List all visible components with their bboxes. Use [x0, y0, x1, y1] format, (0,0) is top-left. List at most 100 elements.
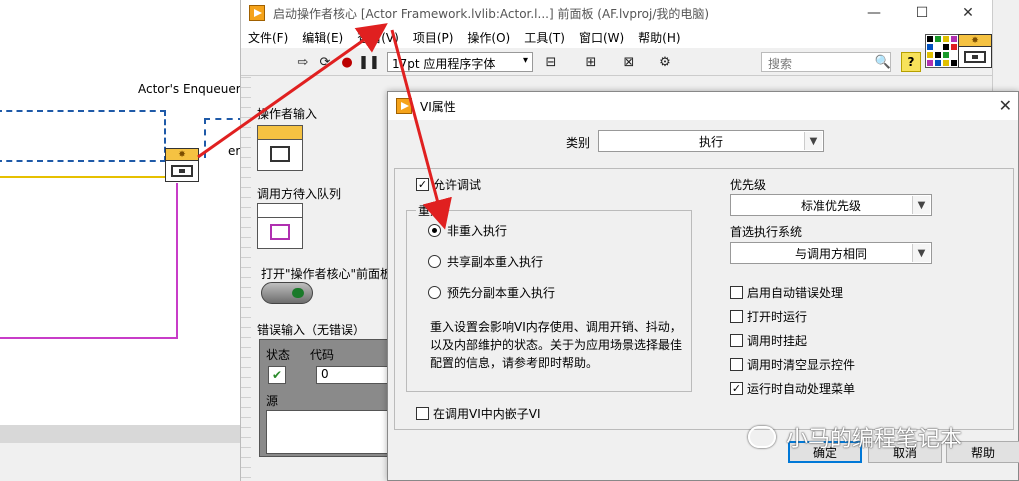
option-label: 启用自动错误处理: [747, 286, 844, 300]
description-line: 以及内部维护的状态。关于为应用场景选择最佳: [430, 338, 683, 352]
pink-wire: [176, 183, 178, 339]
actor-core-subvi-icon[interactable]: ✸: [165, 148, 199, 182]
minimize-icon[interactable]: —: [851, 2, 897, 24]
suspend-when-called-checkbox[interactable]: 调用时挂起: [730, 332, 807, 349]
category-value: 执行: [698, 134, 723, 149]
pause-icon[interactable]: ❚❚: [358, 52, 380, 72]
inline-subvi-checkbox[interactable]: 在调用VI中内嵌子VI: [416, 405, 541, 422]
source-label: 源: [266, 394, 279, 408]
priority-select[interactable]: 标准优先级 ▼: [730, 194, 932, 216]
chevron-down-icon: ▼: [912, 244, 930, 262]
source-field[interactable]: [266, 410, 392, 454]
reorder-icon[interactable]: ⚙: [655, 52, 675, 72]
description-line: 重入设置会影响VI内存使用、调用开销、抖动，: [430, 320, 682, 334]
menu-bar: 文件(F) 编辑(E) 查看(V) 项目(P) 操作(O) 工具(T) 窗口(W…: [241, 26, 993, 48]
caller-queue-control[interactable]: [257, 203, 303, 249]
search-icon[interactable]: 🔍: [873, 52, 893, 72]
priority-label: 优先级: [730, 178, 767, 192]
radio-non-reentrant[interactable]: 非重入执行: [428, 222, 507, 239]
clear-indicators-checkbox[interactable]: 调用时清空显示控件: [730, 356, 855, 373]
close-icon[interactable]: ✕: [945, 2, 991, 24]
maximize-icon[interactable]: ☐: [899, 2, 945, 24]
yellow-wire: [0, 176, 166, 178]
chevron-down-icon: ▼: [804, 132, 822, 150]
inline-subvi-label: 在调用VI中内嵌子VI: [433, 407, 541, 421]
reentrancy-label: 重入: [416, 202, 445, 219]
menu-project[interactable]: 项目(P): [406, 29, 461, 46]
distribute-objects-icon[interactable]: ⊞: [581, 52, 601, 72]
connector-pane-icon[interactable]: [925, 34, 959, 68]
watermark: 小马的编程笔记本: [748, 421, 962, 453]
exec-system-value: 与调用方相同: [794, 246, 867, 261]
blue-wire: [0, 110, 166, 162]
checkbox-unchecked-icon: [416, 407, 429, 420]
exec-system-label: 首选执行系统: [730, 225, 803, 239]
menu-edit[interactable]: 编辑(E): [295, 29, 350, 46]
labview-app-icon: [249, 5, 265, 21]
open-panel-label: 打开"操作者核心"前面板: [261, 267, 393, 281]
close-icon[interactable]: ✕: [999, 96, 1012, 115]
context-help-button[interactable]: ?: [901, 52, 921, 72]
menu-tools[interactable]: 工具(T): [517, 29, 572, 46]
checkbox-unchecked-icon: [730, 286, 743, 299]
search-input[interactable]: 搜索: [761, 52, 891, 72]
error-in-label: 错误输入（无错误）: [257, 323, 366, 337]
vi-icon[interactable]: ✸: [958, 34, 992, 68]
open-panel-boolean[interactable]: [261, 282, 313, 304]
auto-error-handling-checkbox[interactable]: 启用自动错误处理: [730, 284, 843, 301]
align-objects-icon[interactable]: ⊟: [541, 52, 561, 72]
option-label: 调用时挂起: [747, 334, 808, 348]
actor-input-label: 操作者输入: [257, 107, 318, 121]
option-label: 调用时清空显示控件: [747, 358, 856, 372]
caller-queue-label: 调用方待入队列: [257, 187, 342, 201]
error-in-cluster[interactable]: 状态 代码 ✔ 0 源: [259, 339, 399, 457]
radio-shared-clone[interactable]: 共享副本重入执行: [428, 253, 543, 270]
option-label: 打开时运行: [747, 310, 808, 324]
window-title: 启动操作者核心 [Actor Framework.lvlib:Actor.l..…: [273, 6, 710, 21]
handle-menus-checkbox[interactable]: ✓ 运行时自动处理菜单: [730, 380, 855, 397]
chevron-down-icon: ▼: [912, 196, 930, 214]
menu-file[interactable]: 文件(F): [241, 29, 295, 46]
checkbox-checked-icon: ✓: [416, 178, 429, 191]
menu-help[interactable]: 帮助(H): [631, 29, 687, 46]
exec-system-select[interactable]: 与调用方相同 ▼: [730, 242, 932, 264]
radio-unselected-icon: [428, 286, 441, 299]
pink-wire: [0, 337, 178, 339]
dialog-titlebar[interactable]: VI属性 ✕: [388, 92, 1018, 120]
status-check-icon[interactable]: ✔: [268, 366, 286, 384]
watermark-text: 小马的编程笔记本: [786, 427, 963, 452]
run-continuously-icon[interactable]: ⟳: [315, 52, 335, 72]
abort-icon[interactable]: ●: [337, 52, 357, 72]
wechat-icon: [748, 426, 776, 448]
actor-input-control[interactable]: [257, 125, 303, 171]
code-field[interactable]: 0: [316, 366, 392, 384]
partial-label: er: [228, 144, 241, 158]
category-select[interactable]: 执行 ▼: [598, 130, 824, 152]
run-arrow-icon[interactable]: ⇨: [293, 52, 313, 72]
menu-view[interactable]: 查看(V): [350, 29, 406, 46]
checkbox-unchecked-icon: [730, 358, 743, 371]
priority-value: 标准优先级: [800, 198, 861, 213]
block-diagram-area: Actor's Enqueuer er ✸: [0, 0, 244, 481]
front-panel-titlebar[interactable]: 启动操作者核心 [Actor Framework.lvlib:Actor.l..…: [241, 0, 993, 26]
allow-debug-label: 允许调试: [433, 178, 482, 192]
font-select[interactable]: 17pt 应用程序字体: [387, 52, 533, 72]
scrollbar[interactable]: [0, 425, 240, 443]
menu-operate[interactable]: 操作(O): [460, 29, 517, 46]
category-label: 类别: [566, 136, 591, 150]
allow-debug-checkbox[interactable]: ✓ 允许调试: [416, 176, 481, 193]
menu-window[interactable]: 窗口(W): [572, 29, 631, 46]
radio-label: 预先分副本重入执行: [447, 286, 556, 300]
checkbox-checked-icon: ✓: [730, 382, 743, 395]
option-label: 运行时自动处理菜单: [747, 382, 856, 396]
radio-label: 非重入执行: [447, 224, 508, 238]
dialog-title: VI属性: [420, 99, 456, 114]
radio-preallocated-clone[interactable]: 预先分副本重入执行: [428, 284, 555, 301]
code-label: 代码: [310, 348, 335, 362]
status-label: 状态: [266, 348, 291, 362]
labview-app-icon: [396, 98, 412, 114]
panel-grid: [241, 77, 251, 481]
run-when-opened-checkbox[interactable]: 打开时运行: [730, 308, 807, 325]
checkbox-unchecked-icon: [730, 334, 743, 347]
resize-objects-icon[interactable]: ⊠: [619, 52, 639, 72]
